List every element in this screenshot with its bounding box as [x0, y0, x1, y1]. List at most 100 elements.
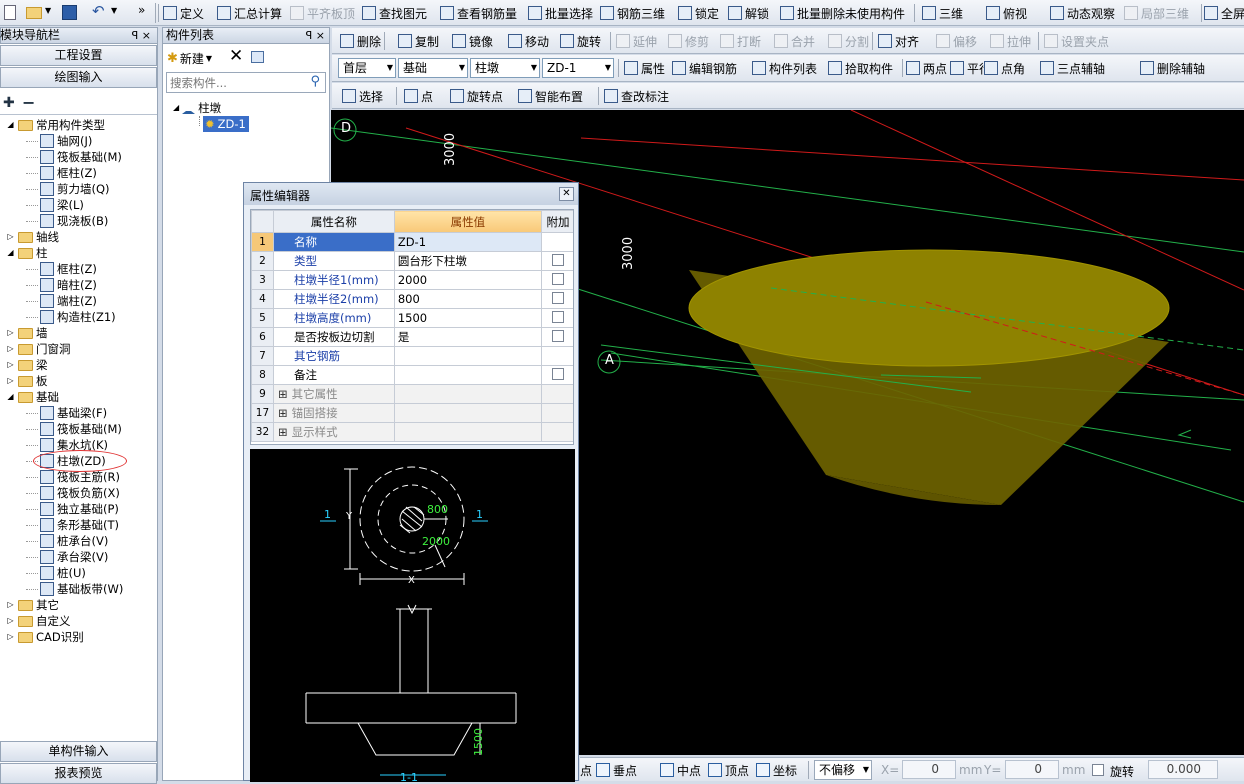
nav-tree-item[interactable]: ◢ 柱: [6, 245, 47, 261]
search-field[interactable]: [167, 73, 297, 92]
nav-tree-item[interactable]: 框柱(Z): [40, 261, 97, 277]
toolbar-button-tb2-4[interactable]: 旋转: [560, 30, 601, 52]
search-icon[interactable]: ⚲: [310, 74, 320, 89]
expand-icon[interactable]: ▷: [6, 344, 15, 354]
component-select[interactable]: ZD-1 ▼: [542, 58, 614, 78]
angle-input[interactable]: 0.000: [1148, 760, 1218, 779]
toolbar-button-tb2-9[interactable]: 分割: [828, 30, 869, 52]
prop-row-value[interactable]: 1500: [393, 308, 543, 328]
toolbar-button-tb2-1[interactable]: 复制: [398, 30, 439, 52]
nav-tree-item[interactable]: ◢ 常用构件类型: [6, 117, 105, 133]
expand-icon[interactable]: ▷: [6, 376, 15, 386]
toolbar-button-tb2-0[interactable]: 删除: [340, 30, 381, 52]
prop-checkbox[interactable]: [552, 291, 564, 304]
toolbar-button-tb2-8[interactable]: 合并: [774, 30, 815, 52]
nav-tree-item[interactable]: 条形基础(T): [40, 517, 119, 533]
expand-icon[interactable]: ▷: [6, 328, 15, 338]
pin-close-icon[interactable]: ꟼ ×: [306, 28, 325, 43]
toolbar-button-tb1-2[interactable]: 平齐板顶: [290, 2, 355, 24]
prop-row[interactable]: 17 ⊞ 锚固搭接: [251, 403, 573, 423]
toolbar-button-tb3-7[interactable]: 三点辅轴: [1040, 57, 1105, 79]
snap-button-4[interactable]: 坐标: [756, 759, 797, 781]
prop-row[interactable]: 2 类型 圆台形下柱墩: [251, 251, 573, 271]
toolbar-button-tb4-1[interactable]: 点: [404, 85, 433, 107]
nav-tree-item[interactable]: 剪力墙(Q): [40, 181, 110, 197]
expand-plus-icon[interactable]: ⊞: [278, 387, 288, 401]
type-select[interactable]: 柱墩 ▼: [470, 58, 540, 78]
prop-row-value[interactable]: [393, 346, 543, 366]
nav-tree-item[interactable]: 框柱(Z): [40, 165, 97, 181]
prop-checkbox[interactable]: [552, 272, 564, 285]
save-icon[interactable]: [62, 5, 77, 20]
draw-input-button[interactable]: 绘图输入: [0, 67, 157, 88]
nav-tree-item[interactable]: 筏板基础(M): [40, 149, 122, 165]
toolbar-button-tb4-4[interactable]: 查改标注: [604, 85, 669, 107]
toolbar-button-tb1-6[interactable]: 钢筋三维: [600, 2, 665, 24]
overflow-icon[interactable]: »: [138, 3, 145, 17]
prop-checkbox[interactable]: [552, 367, 564, 380]
toolbar-button-tb2-2[interactable]: 镜像: [452, 30, 493, 52]
nav-tree-item[interactable]: 梁(L): [40, 197, 84, 213]
prop-row[interactable]: 1 名称 ZD-1: [251, 232, 573, 252]
expand-icon[interactable]: ▷: [6, 632, 15, 642]
collapse-icon[interactable]: ◢: [6, 248, 15, 258]
prop-row-value[interactable]: 是: [393, 327, 543, 347]
nav-tree-item[interactable]: ▷ 梁: [6, 357, 47, 373]
nav-tree-item[interactable]: 独立基础(P): [40, 501, 119, 517]
category-select[interactable]: 基础 ▼: [398, 58, 468, 78]
nav-tree-item[interactable]: 暗柱(Z): [40, 277, 97, 293]
prop-row[interactable]: 7 其它钢筋: [251, 346, 573, 366]
project-settings-button[interactable]: 工程设置: [0, 45, 157, 66]
rotate-checkbox[interactable]: [1092, 764, 1104, 776]
toolbar-button-tb1-4[interactable]: 查看钢筋量: [440, 2, 517, 24]
prop-checkbox[interactable]: [552, 253, 564, 266]
toolbar-button-tb4-2[interactable]: 旋转点: [450, 85, 503, 107]
toolbar-button-tb3-2[interactable]: 构件列表: [752, 57, 817, 79]
close-icon[interactable]: ✕: [559, 187, 574, 201]
single-component-input-button[interactable]: 单构件输入: [0, 741, 157, 762]
prop-row[interactable]: 4 柱墩半径2(mm) 800: [251, 289, 573, 309]
nav-tree-item[interactable]: ▷ 墙: [6, 325, 47, 341]
expand-icon[interactable]: ▷: [6, 600, 15, 610]
prop-checkbox[interactable]: [552, 329, 564, 342]
tree-child-row[interactable]: ✹ ZD-1: [203, 116, 249, 132]
nav-tree-item[interactable]: ▷ 门窗洞: [6, 341, 70, 357]
toolbar-button-tb1-0[interactable]: 定义: [163, 2, 204, 24]
search-input[interactable]: ⚲: [166, 72, 326, 93]
toolbar-button-tb2-3[interactable]: 移动: [508, 30, 549, 52]
toolbar-button-tb1-7[interactable]: 锁定: [678, 2, 719, 24]
prop-row[interactable]: 5 柱墩高度(mm) 1500: [251, 308, 573, 328]
toolbar-button-tb4-3[interactable]: 智能布置: [518, 85, 583, 107]
collapse-icon[interactable]: ◢: [6, 120, 15, 130]
nav-tree-item[interactable]: ▷ 轴线: [6, 229, 59, 245]
toolbar-button-tb2-13[interactable]: 设置夹点: [1044, 30, 1109, 52]
toolbar-button-tb1-8[interactable]: 解锁: [728, 2, 769, 24]
expand-plus-icon[interactable]: ⊞: [278, 425, 288, 439]
pin-close-icon[interactable]: ꟼ ×: [132, 28, 151, 43]
prop-row[interactable]: 3 柱墩半径1(mm) 2000: [251, 270, 573, 290]
floor-select[interactable]: 首层 ▼: [338, 58, 396, 78]
prop-row-value[interactable]: [393, 422, 543, 442]
undo-icon[interactable]: ↶: [92, 2, 105, 20]
toolbar-button-tb2-10[interactable]: 对齐: [878, 30, 919, 52]
nav-tree-item[interactable]: 轴网(J): [40, 133, 92, 149]
toolbar-button-tb2-6[interactable]: 修剪: [668, 30, 709, 52]
prop-row[interactable]: 6 是否按板边切割 是: [251, 327, 573, 347]
toolbar-button-tb3-8[interactable]: 删除辅轴: [1140, 57, 1205, 79]
toolbar-button-tb1-10[interactable]: 三维: [922, 2, 963, 24]
prop-row-value[interactable]: [393, 365, 543, 385]
snap-button-1[interactable]: 垂点: [596, 759, 637, 781]
snap-button-3[interactable]: 顶点: [708, 759, 749, 781]
toolbar-button-tb2-5[interactable]: 延伸: [616, 30, 657, 52]
snap-button-0[interactable]: 点: [580, 759, 592, 781]
prop-row-value[interactable]: [393, 403, 543, 423]
toolbar-button-tb1-1[interactable]: 汇总计算: [217, 2, 282, 24]
nav-tree-item[interactable]: 基础梁(F): [40, 405, 107, 421]
new-file-icon[interactable]: [4, 5, 16, 20]
toolbar-button-tb3-4[interactable]: 两点: [906, 57, 947, 79]
nav-tree-item[interactable]: ▷ 自定义: [6, 613, 70, 629]
prop-checkbox[interactable]: [552, 310, 564, 323]
prop-row-value[interactable]: ZD-1: [393, 232, 543, 252]
delete-icon[interactable]: ✕: [229, 46, 243, 66]
collapse-icon[interactable]: ◢: [6, 392, 15, 402]
